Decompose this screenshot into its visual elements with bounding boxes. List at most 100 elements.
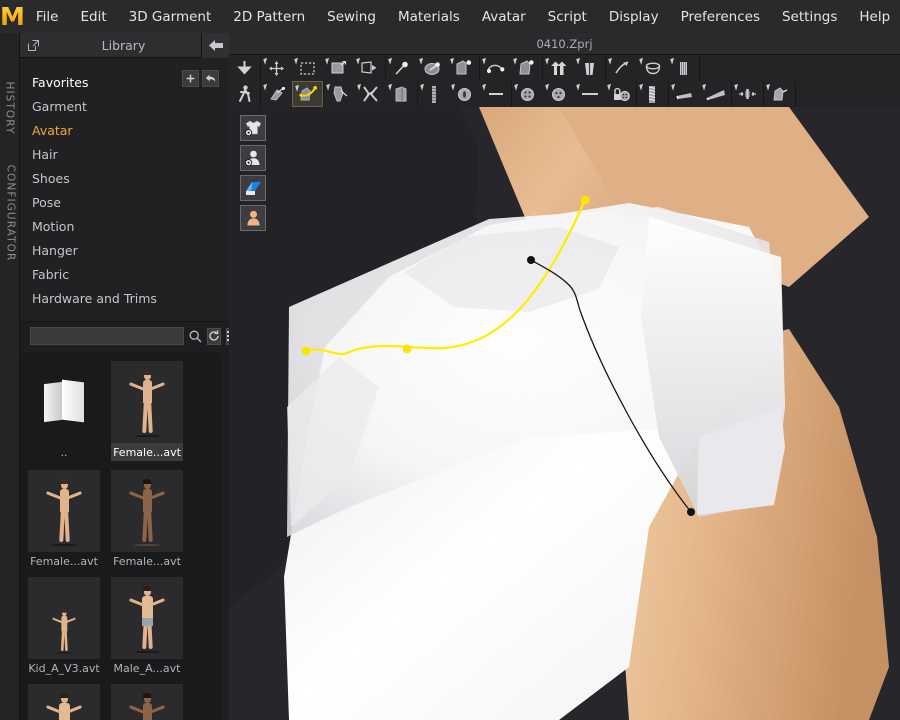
menu-script[interactable]: Script xyxy=(537,0,598,33)
ruffle-icon[interactable] xyxy=(668,55,699,81)
library-asset-grid: .. Female...avt Female...avt Female...avt Ki… xyxy=(20,353,221,720)
rectangle-select-icon[interactable] xyxy=(292,55,323,81)
transform-pattern-icon[interactable] xyxy=(261,55,292,81)
library-category-favorites[interactable]: Favorites xyxy=(32,70,229,94)
toolbar-group xyxy=(764,81,796,107)
sewing-edit-icon[interactable] xyxy=(511,55,542,81)
library-category-hardware-and-trims[interactable]: Hardware and Trims xyxy=(32,286,229,310)
search-icon[interactable] xyxy=(189,327,202,345)
plane-angled-icon[interactable] xyxy=(700,81,731,107)
plane-icon[interactable] xyxy=(669,81,700,107)
tape-icon[interactable] xyxy=(574,81,605,107)
edit-pattern-icon[interactable] xyxy=(323,55,354,81)
menu-preferences[interactable]: Preferences xyxy=(670,0,771,33)
library-category-label: Shoes xyxy=(32,170,70,186)
app-logo: M xyxy=(0,0,25,33)
library-category-hanger[interactable]: Hanger xyxy=(32,238,229,262)
menu-edit[interactable]: Edit xyxy=(69,0,117,33)
button-place-icon[interactable] xyxy=(543,81,574,107)
library-category-motion[interactable]: Motion xyxy=(32,214,229,238)
menu-help[interactable]: Help xyxy=(848,0,900,33)
seam-point xyxy=(527,256,535,264)
pleat-icon[interactable] xyxy=(732,81,763,107)
toolbar-group xyxy=(261,81,324,107)
asset-item[interactable]: Female...avt xyxy=(111,361,183,461)
fabric-flip-icon[interactable] xyxy=(764,81,795,107)
menu-display[interactable]: Display xyxy=(598,0,670,33)
avatar-gizmo-icon[interactable] xyxy=(261,81,292,107)
library-category-garment[interactable]: Garment xyxy=(32,94,229,118)
toggle-skin-shader-button[interactable] xyxy=(240,205,266,231)
tack-icon[interactable] xyxy=(417,55,448,81)
rail-tab-configurator[interactable]: CONFIGURATOR xyxy=(0,158,20,268)
library-category-avatar[interactable]: Avatar xyxy=(32,118,229,142)
library-category-hair[interactable]: Hair xyxy=(32,142,229,166)
lock-button-icon[interactable] xyxy=(605,81,636,107)
garment-symmetry-icon[interactable] xyxy=(574,55,605,81)
curve-point-icon[interactable] xyxy=(606,55,637,81)
menu-materials[interactable]: Materials xyxy=(387,0,471,33)
asset-thumbnail xyxy=(28,577,100,659)
search-input[interactable] xyxy=(30,327,184,345)
detach-icon[interactable] xyxy=(20,33,46,58)
seam-point xyxy=(687,508,695,516)
arrow-left-icon[interactable] xyxy=(201,32,229,58)
toolbar-group xyxy=(480,55,543,81)
asset-label: Male_A...avt xyxy=(113,662,181,675)
asset-item[interactable] xyxy=(28,684,100,720)
toggle-garment-visibility-button[interactable] xyxy=(240,115,266,141)
avatar-box-icon[interactable] xyxy=(386,81,417,107)
toggle-avatar-visibility-button[interactable] xyxy=(240,145,266,171)
pin-icon[interactable] xyxy=(386,55,417,81)
toolbar-group xyxy=(637,81,669,107)
edit-avatar-curve-icon[interactable] xyxy=(292,81,323,107)
button-icon[interactable] xyxy=(512,81,543,107)
curve-point xyxy=(402,344,412,354)
library-panel: Library Favorites Garment Avatar Hair Shoes P… xyxy=(20,32,240,720)
asset-label: Female...avt xyxy=(113,555,181,568)
menu-file[interactable]: File xyxy=(25,0,70,33)
avatar-thumbnail-figure xyxy=(43,478,85,548)
zipper-icon[interactable] xyxy=(418,81,449,107)
library-category-shoes[interactable]: Shoes xyxy=(32,166,229,190)
toggle-pattern-surface-button[interactable] xyxy=(240,175,266,201)
menu-settings[interactable]: Settings xyxy=(771,0,848,33)
fold-arrange-icon[interactable] xyxy=(354,55,385,81)
3d-viewport[interactable] xyxy=(229,107,900,720)
library-category-pose[interactable]: Pose xyxy=(32,190,229,214)
cursor-arrow-icon xyxy=(670,57,678,65)
asset-item[interactable] xyxy=(111,684,183,720)
asset-label: Kid_A_V3.avt xyxy=(28,662,100,675)
segment-sewing-icon[interactable] xyxy=(448,55,479,81)
topstitch-icon[interactable] xyxy=(480,81,511,107)
menu-avatar[interactable]: Avatar xyxy=(471,0,537,33)
plus-icon[interactable] xyxy=(182,70,199,87)
avatar-x-icon[interactable] xyxy=(355,81,386,107)
asset-item[interactable]: Female...avt xyxy=(28,470,100,568)
asset-label: Female...avt xyxy=(113,446,181,459)
refresh-icon[interactable] xyxy=(207,327,221,345)
curve-point xyxy=(580,195,590,205)
asset-item[interactable]: Male_A...avt xyxy=(111,577,183,675)
asset-folder-up[interactable]: .. xyxy=(28,361,100,461)
avatar-walk-icon[interactable] xyxy=(229,81,260,107)
menu-3d-garment[interactable]: 3D Garment xyxy=(118,0,223,33)
elastic-icon[interactable] xyxy=(637,55,668,81)
asset-item[interactable]: Kid_A_V3.avt xyxy=(28,577,100,675)
fold-line-icon[interactable] xyxy=(637,81,668,107)
menu-sewing[interactable]: Sewing xyxy=(316,0,387,33)
rail-tab-history[interactable]: HISTORY xyxy=(0,73,20,143)
avatar-arrange-icon[interactable] xyxy=(324,81,355,107)
flip-garment-icon[interactable] xyxy=(543,55,574,81)
asset-grid-row: Female...avt Female...avt xyxy=(28,470,221,568)
button-hole-icon[interactable] xyxy=(449,81,480,107)
asset-item[interactable]: Female...avt xyxy=(111,470,183,568)
arrow-back-icon[interactable] xyxy=(202,70,219,87)
library-category-fabric[interactable]: Fabric xyxy=(32,262,229,286)
library-category-label: Hair xyxy=(32,146,58,162)
select-move-down-icon[interactable] xyxy=(229,55,260,81)
cursor-arrow-icon xyxy=(482,83,490,91)
menu-items: File Edit 3D Garment 2D Pattern Sewing Materi… xyxy=(25,0,900,33)
free-sewing-icon[interactable] xyxy=(480,55,511,81)
menu-2d-pattern[interactable]: 2D Pattern xyxy=(222,0,316,33)
